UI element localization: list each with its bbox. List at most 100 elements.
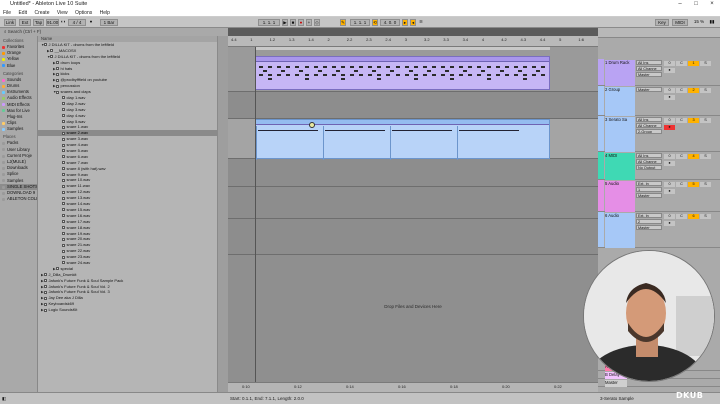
output-select[interactable]: Master [636, 225, 662, 230]
midi-note[interactable] [390, 70, 395, 72]
stop-icon[interactable]: ■ [290, 19, 296, 26]
midi-note[interactable] [395, 74, 400, 76]
track-activator-button[interactable]: 3 [688, 118, 699, 123]
midi-note[interactable] [368, 66, 373, 68]
midi-note[interactable] [413, 66, 418, 68]
midi-note[interactable] [263, 70, 267, 72]
quantization-select[interactable]: 1 Bar [100, 19, 118, 26]
search-input[interactable]: Search (Ctrl + F) [8, 29, 41, 34]
follow-icon[interactable]: ≋ [418, 19, 424, 26]
menu-edit[interactable]: Edit [15, 9, 30, 17]
input-type-select[interactable]: Ext. In [636, 181, 662, 186]
midi-note[interactable] [522, 78, 527, 80]
midi-note[interactable] [499, 70, 504, 72]
input-type-select[interactable]: All Ins [636, 60, 662, 65]
mixer-track-1[interactable]: 1 Drum Rack All Ins All Channe Master 0 C 1 S● [598, 59, 720, 86]
record-dot-icon[interactable]: ● [88, 19, 94, 26]
midi-note[interactable] [377, 78, 382, 80]
key-map-button[interactable]: Key [655, 19, 669, 26]
midi-note[interactable] [504, 74, 509, 76]
beat-time-ruler[interactable]: 4.4 1 1.2 1.3 1.4 2 2.2 2.3 2.4 3 3.2 3.3 3.4 4 4.2 4.3… [228, 36, 598, 47]
start-marker[interactable] [255, 47, 256, 382]
midi-note[interactable] [450, 74, 455, 76]
punch-in-icon[interactable]: ▸ [402, 19, 408, 26]
midi-note[interactable] [422, 66, 427, 68]
midi-note[interactable] [413, 78, 418, 80]
play-icon[interactable]: ▶ [282, 19, 288, 26]
midi-note[interactable] [486, 78, 491, 80]
midi-note[interactable] [277, 74, 282, 76]
arm-button[interactable]: ● [664, 189, 675, 194]
midi-note[interactable] [522, 66, 527, 68]
midi-note[interactable] [513, 66, 518, 68]
draw-mode-icon[interactable]: ✎ [340, 19, 346, 26]
midi-note[interactable] [286, 66, 291, 68]
track-name-field[interactable]: 3 Serato Sa [605, 117, 635, 152]
midi-note[interactable] [313, 66, 318, 68]
clip-title-bar[interactable] [256, 57, 549, 62]
midi-note[interactable] [517, 70, 522, 72]
midi-note[interactable] [513, 74, 518, 76]
output-select[interactable]: No Output [636, 165, 662, 170]
midi-note[interactable] [340, 74, 345, 76]
input-channel-select[interactable]: All Channe [636, 123, 662, 128]
tap-tempo-button[interactable]: Tap [33, 19, 44, 26]
serato-audio-clip[interactable] [255, 119, 550, 160]
track-pan-field[interactable]: C [676, 61, 687, 66]
midi-note[interactable] [386, 66, 391, 68]
midi-note[interactable] [431, 66, 436, 68]
midi-note[interactable] [477, 74, 482, 76]
menu-create[interactable]: Create [31, 9, 52, 17]
midi-note[interactable] [422, 74, 427, 76]
punch-out-icon[interactable]: ◂ [410, 19, 416, 26]
midi-note[interactable] [445, 70, 449, 72]
overdub-icon[interactable]: + [306, 19, 312, 26]
arm-button[interactable]: ● [664, 221, 675, 226]
solo-button[interactable]: S [700, 182, 711, 187]
solo-button[interactable]: S [700, 214, 711, 219]
input-channel-select[interactable]: 1 [636, 187, 662, 192]
track-name-field[interactable]: 5 Audio [605, 181, 635, 212]
mixer-track-5[interactable]: 5 Audio Ext. In 1 Master 0 C 5 S● [598, 180, 720, 212]
midi-note[interactable] [331, 74, 336, 76]
midi-note[interactable] [486, 74, 491, 76]
solo-button[interactable]: S [700, 88, 711, 93]
track-volume-field[interactable]: 0 [664, 88, 675, 93]
browser-scrollbar[interactable] [217, 36, 228, 392]
midi-note[interactable] [259, 74, 263, 76]
midi-note[interactable] [317, 70, 322, 72]
mixer-track-2[interactable]: 2 Group Master 0 C 2 S ● [598, 86, 720, 116]
track-volume-field[interactable]: 0 [664, 154, 675, 159]
midi-note[interactable] [541, 66, 546, 68]
midi-note[interactable] [277, 66, 282, 68]
midi-note[interactable] [532, 74, 536, 76]
midi-note[interactable] [404, 74, 409, 76]
midi-note[interactable] [377, 66, 382, 68]
browser-search[interactable]: ⌕ Search (Ctrl + F) [0, 28, 228, 36]
collection-blue[interactable]: Blue [0, 63, 37, 69]
midi-note[interactable] [259, 66, 263, 68]
arm-button[interactable]: ● [664, 68, 675, 73]
loop-brace[interactable] [255, 47, 550, 50]
midi-note[interactable] [459, 74, 464, 76]
input-channel-select[interactable]: All Channe [636, 66, 662, 71]
arrangement-position-field[interactable]: 1. 1. 1 [258, 19, 280, 26]
midi-note[interactable] [395, 66, 400, 68]
arm-button[interactable]: ● [664, 161, 675, 166]
midi-note[interactable] [477, 66, 482, 68]
midi-note[interactable] [299, 70, 304, 72]
track-lane-4[interactable] [228, 159, 598, 187]
midi-note[interactable] [340, 66, 345, 68]
ext-sync-button[interactable]: Ext [19, 19, 31, 26]
midi-note[interactable] [350, 66, 354, 68]
track-lane-2[interactable] [228, 92, 598, 119]
maximize-icon[interactable]: □ [688, 0, 704, 9]
midi-note[interactable] [340, 78, 345, 80]
track-volume-field[interactable]: 0 [664, 214, 675, 219]
midi-note[interactable] [413, 74, 418, 76]
browser-item[interactable]: ▶ Logic SoundsKit [38, 307, 217, 313]
track-name-field[interactable]: 4 MIDI [605, 153, 635, 180]
input-type-select[interactable]: All Ins [636, 117, 662, 122]
midi-note[interactable] [354, 70, 358, 72]
track-pan-field[interactable]: C [676, 214, 687, 219]
